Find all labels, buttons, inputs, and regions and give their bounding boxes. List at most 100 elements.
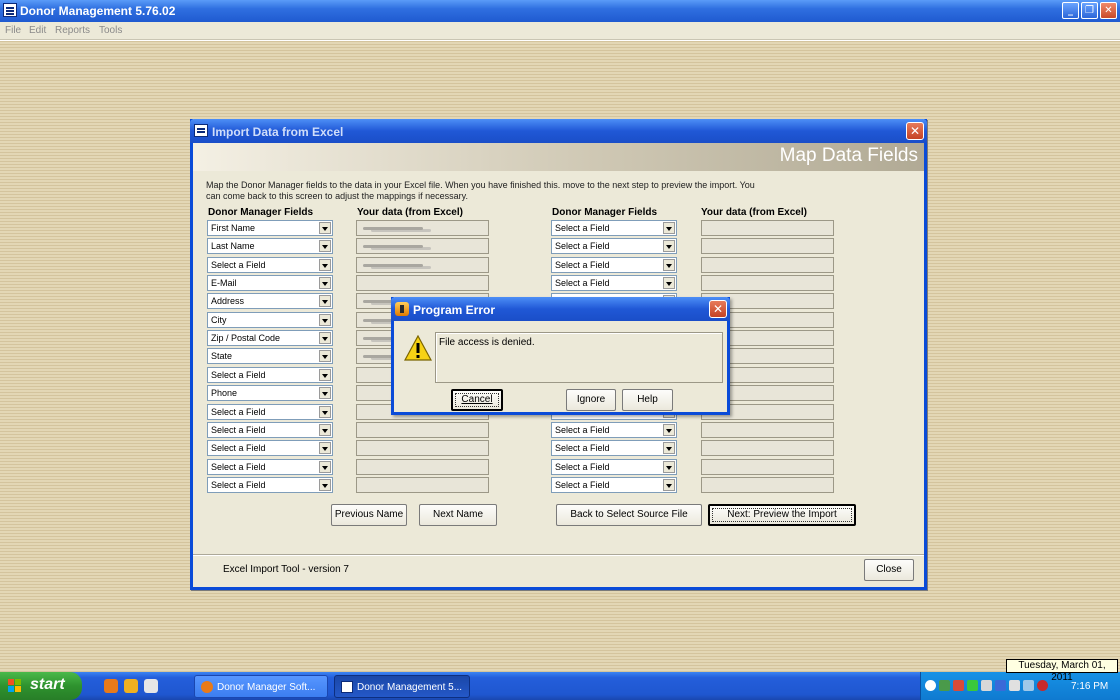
left-field-select[interactable]: City — [207, 312, 333, 328]
left-field-select[interactable]: First Name — [207, 220, 333, 236]
dropdown-arrow-icon[interactable] — [319, 295, 331, 307]
right-field-select[interactable]: Select a Field — [551, 422, 677, 438]
field-select-value: E-Mail — [211, 278, 237, 288]
menu-file[interactable]: File — [5, 25, 21, 36]
minimize-button[interactable]: _ — [1062, 2, 1079, 19]
left-field-select[interactable]: Select a Field — [207, 459, 333, 475]
task-donor-manager-soft[interactable]: Donor Manager Soft... — [194, 675, 328, 698]
error-dialog-title-bar[interactable]: Program Error ✕ — [391, 297, 730, 321]
dropdown-arrow-icon[interactable] — [663, 222, 675, 234]
battery-icon[interactable] — [967, 680, 978, 691]
field-select-value: Select a Field — [555, 443, 610, 453]
dropdown-arrow-icon[interactable] — [319, 314, 331, 326]
left-field-select[interactable]: Select a Field — [207, 257, 333, 273]
dropdown-arrow-icon[interactable] — [319, 277, 331, 289]
left-field-select[interactable]: Select a Field — [207, 477, 333, 493]
help-button[interactable]: Help — [622, 389, 673, 411]
task-donor-management[interactable]: Donor Management 5... — [334, 675, 470, 698]
right-field-select[interactable]: Select a Field — [551, 459, 677, 475]
menu-edit[interactable]: Edit — [29, 25, 46, 36]
browser-icon[interactable] — [124, 679, 138, 693]
right-field-select[interactable]: Select a Field — [551, 440, 677, 456]
dropdown-arrow-icon[interactable] — [319, 424, 331, 436]
dropdown-arrow-icon[interactable] — [319, 222, 331, 234]
firefox-icon — [201, 681, 213, 693]
dropdown-arrow-icon[interactable] — [319, 387, 331, 399]
dropdown-arrow-icon[interactable] — [663, 240, 675, 252]
error-message: File access is denied. — [439, 337, 535, 348]
left-col-header-fields: Donor Manager Fields — [208, 207, 314, 218]
dropdown-arrow-icon[interactable] — [319, 350, 331, 362]
network-icon[interactable] — [939, 680, 950, 691]
volume-icon[interactable] — [1009, 680, 1020, 691]
error-dialog-close-icon[interactable]: ✕ — [709, 300, 727, 318]
import-dialog-title: Import Data from Excel — [212, 125, 344, 139]
dropdown-arrow-icon[interactable] — [663, 479, 675, 491]
back-to-source-button[interactable]: Back to Select Source File — [556, 504, 702, 526]
app-title-bar[interactable]: Donor Management 5.76.02 _ ❐ ✕ — [0, 0, 1120, 22]
left-field-select[interactable]: Phone — [207, 385, 333, 401]
field-select-value: Select a Field — [555, 260, 610, 270]
dropdown-arrow-icon[interactable] — [319, 442, 331, 454]
document-icon[interactable] — [144, 679, 158, 693]
dropdown-arrow-icon[interactable] — [319, 406, 331, 418]
right-field-select[interactable]: Select a Field — [551, 220, 677, 236]
right-excel-data-cell — [701, 477, 834, 493]
dropdown-arrow-icon[interactable] — [319, 461, 331, 473]
next-preview-button[interactable]: Next: Preview the Import — [708, 504, 856, 526]
left-excel-data-cell — [356, 220, 489, 236]
import-dialog-title-bar[interactable]: Import Data from Excel ✕ — [190, 119, 927, 143]
import-dialog-close-icon[interactable]: ✕ — [906, 122, 924, 140]
right-field-select[interactable]: Select a Field — [551, 477, 677, 493]
antivirus-icon[interactable] — [1037, 680, 1048, 691]
dropdown-arrow-icon[interactable] — [319, 369, 331, 381]
dropdown-arrow-icon[interactable] — [663, 259, 675, 271]
left-field-select[interactable]: Zip / Postal Code — [207, 330, 333, 346]
dropdown-arrow-icon[interactable] — [319, 259, 331, 271]
ignore-button[interactable]: Ignore — [566, 389, 616, 411]
field-select-value: Select a Field — [555, 278, 610, 288]
monitor-icon[interactable] — [995, 680, 1006, 691]
left-field-select[interactable]: Select a Field — [207, 367, 333, 383]
field-select-value: Select a Field — [555, 241, 610, 251]
security-icon[interactable] — [953, 680, 964, 691]
dropdown-arrow-icon[interactable] — [663, 461, 675, 473]
left-field-select[interactable]: Address — [207, 293, 333, 309]
wireless-icon[interactable] — [1023, 680, 1034, 691]
left-excel-data-cell — [356, 257, 489, 273]
dropdown-arrow-icon[interactable] — [663, 424, 675, 436]
right-field-select[interactable]: Select a Field — [551, 238, 677, 254]
dropdown-arrow-icon[interactable] — [663, 442, 675, 454]
start-button[interactable]: start — [0, 672, 82, 700]
left-field-select[interactable]: E-Mail — [207, 275, 333, 291]
clock[interactable]: 7:16 PM — [1071, 681, 1108, 692]
dropdown-arrow-icon[interactable] — [663, 277, 675, 289]
left-field-select[interactable]: Select a Field — [207, 404, 333, 420]
close-button[interactable]: Close — [864, 559, 914, 581]
app-icon — [3, 3, 17, 17]
instructions-text: Map the Donor Manager fields to the data… — [206, 180, 755, 201]
tray-arrow-icon[interactable] — [925, 680, 936, 691]
left-field-select[interactable]: Select a Field — [207, 440, 333, 456]
restore-button[interactable]: ❐ — [1081, 2, 1098, 19]
dropdown-arrow-icon[interactable] — [319, 332, 331, 344]
app-close-button[interactable]: ✕ — [1100, 2, 1117, 19]
field-select-value: Select a Field — [211, 425, 266, 435]
left-field-select[interactable]: Last Name — [207, 238, 333, 254]
right-field-select[interactable]: Select a Field — [551, 275, 677, 291]
firefox-icon[interactable] — [104, 679, 118, 693]
left-field-select[interactable]: Select a Field — [207, 422, 333, 438]
left-field-select[interactable]: State — [207, 348, 333, 364]
next-name-button[interactable]: Next Name — [419, 504, 497, 526]
previous-name-button[interactable]: Previous Name — [331, 504, 407, 526]
left-excel-data-cell — [356, 238, 489, 254]
display-icon[interactable] — [981, 680, 992, 691]
dropdown-arrow-icon[interactable] — [319, 240, 331, 252]
menu-tools[interactable]: Tools — [99, 25, 122, 36]
menu-reports[interactable]: Reports — [55, 25, 90, 36]
error-dialog-title: Program Error — [413, 303, 496, 317]
dropdown-arrow-icon[interactable] — [319, 479, 331, 491]
right-field-select[interactable]: Select a Field — [551, 257, 677, 273]
cancel-label: Cancel — [461, 394, 493, 405]
cancel-button[interactable]: Cancel — [451, 389, 503, 411]
